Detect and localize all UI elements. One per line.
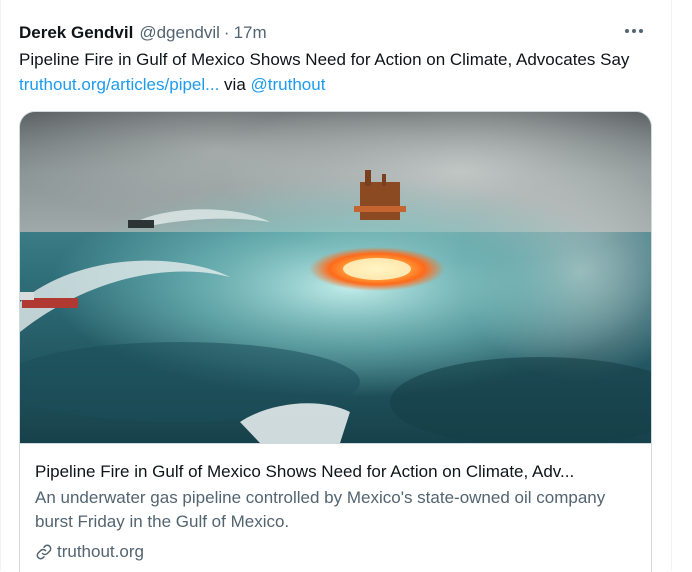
more-dot — [639, 29, 643, 33]
card-image[interactable] — [20, 112, 651, 443]
timeline-right-border — [671, 0, 672, 571]
author-handle[interactable]: @dgendvil — [139, 23, 220, 43]
tweet-text: Pipeline Fire in Gulf of Mexico Shows Ne… — [19, 47, 659, 97]
tweet-text-main: Pipeline Fire in Gulf of Mexico Shows Ne… — [19, 50, 630, 69]
card-info[interactable]: Pipeline Fire in Gulf of Mexico Shows Ne… — [20, 443, 651, 572]
card-description: An underwater gas pipeline controlled by… — [35, 488, 606, 531]
more-dot — [632, 29, 636, 33]
tweet-timestamp[interactable]: 17m — [234, 23, 267, 43]
link-icon — [36, 544, 52, 560]
tweet-mention-link[interactable]: @truthout — [251, 75, 326, 94]
more-options-icon[interactable] — [620, 20, 648, 42]
more-dot — [625, 29, 629, 33]
tweet-header: Derek Gendvil @dgendvil · 17m — [19, 22, 267, 44]
card-title[interactable]: Pipeline Fire in Gulf of Mexico Shows Ne… — [35, 460, 635, 484]
header-separator: · — [223, 23, 230, 42]
author-name[interactable]: Derek Gendvil — [19, 23, 133, 43]
timeline-left-border — [0, 0, 1, 571]
tweet-via-text: via — [219, 75, 251, 94]
card-domain-text: truthout.org — [57, 542, 144, 561]
link-preview-card[interactable]: Pipeline Fire in Gulf of Mexico Shows Ne… — [19, 111, 652, 572]
tweet-article-link[interactable]: truthout.org/articles/pipel... — [19, 75, 219, 94]
card-domain[interactable]: truthout.org — [35, 542, 144, 562]
